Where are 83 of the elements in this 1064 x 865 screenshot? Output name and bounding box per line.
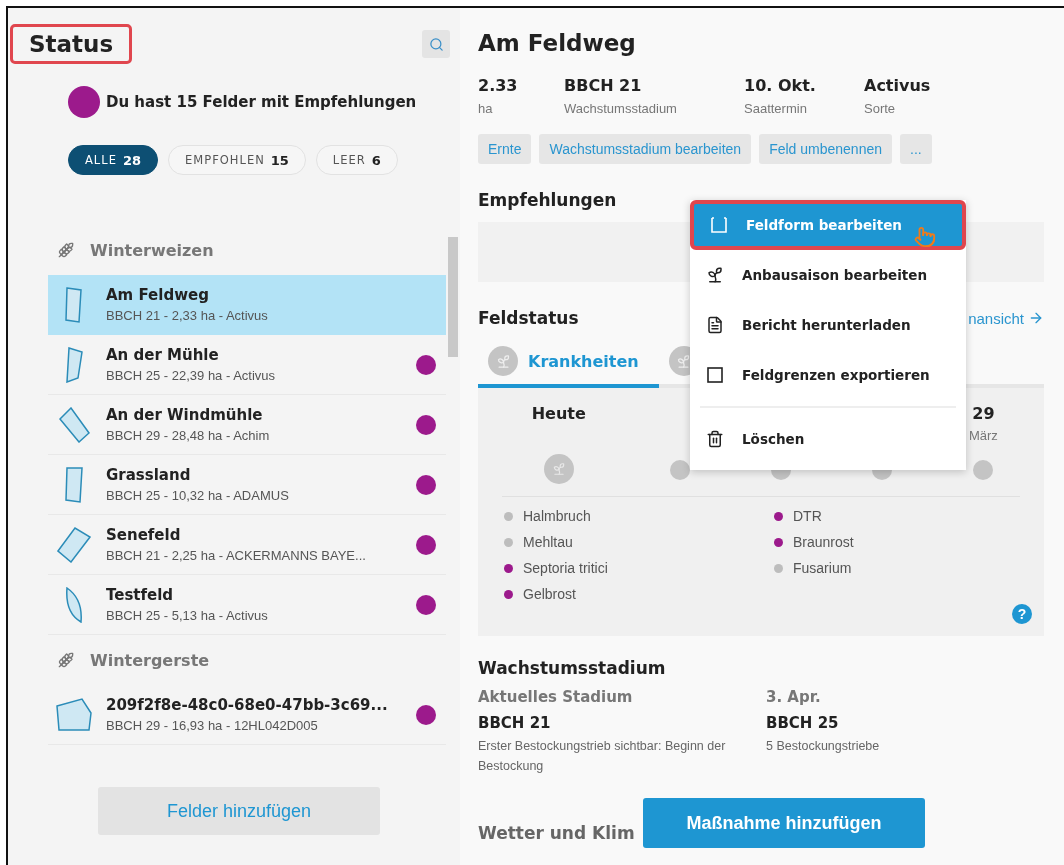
field-list-item[interactable]: An der Windmühle BBCH 29 - 28,48 ha - Achim: [48, 395, 446, 455]
disease-label: Mehltau: [523, 534, 573, 550]
field-shape-icon: [57, 526, 91, 563]
stat-value: BBCH 21: [564, 76, 643, 95]
section-heading: Wachstumsstadium: [478, 658, 667, 678]
sprout-icon: [706, 266, 724, 284]
stage-heading: 3. Apr.: [766, 688, 822, 706]
trash-icon: [706, 430, 724, 448]
stage-description: 5 Bestockungstriebe: [766, 738, 881, 755]
timeline-day: 29: [972, 404, 995, 426]
stat-label: Wachstumsstadium: [564, 101, 678, 116]
disease-label: Braunrost: [793, 534, 854, 550]
field-name: Testfeld: [106, 586, 175, 604]
field-list-item[interactable]: An der Mühle BBCH 25 - 22,39 ha - Activus: [48, 335, 446, 395]
field-name: An der Windmühle: [106, 406, 264, 424]
field-shape-icon: [65, 346, 83, 383]
stat-value: 2.33: [478, 76, 519, 95]
stage-value: BBCH 25: [766, 714, 840, 732]
search-button[interactable]: [422, 30, 450, 58]
menu-item[interactable]: Löschen: [690, 414, 966, 464]
filter-chip[interactable]: EMPFOHLEN 15: [168, 145, 306, 175]
wheat-icon: [58, 242, 74, 258]
filter-chip[interactable]: ALLE 28: [68, 145, 159, 175]
field-name: Am Feldweg: [106, 286, 210, 304]
crop-heading: Winterweizen: [90, 240, 214, 260]
field-details: BBCH 29 - 16,93 ha - 12HL042D005: [106, 718, 319, 733]
field-list-item[interactable]: 209f2f8e-48c0-68e0-47bb-3c69... BBCH 29 - 16,93 ha - 12HL042D005: [48, 685, 446, 745]
stage-heading: Aktuelles Stadium: [478, 688, 634, 706]
crop-heading: Wintergerste: [90, 650, 210, 670]
stat-label: Sorte: [864, 101, 897, 116]
field-shape-icon: [58, 406, 90, 443]
timeline-month: März: [969, 428, 998, 444]
field-details: BBCH 25 - 22,39 ha - Activus: [106, 368, 277, 383]
field-details: BBCH 25 - 10,32 ha - ADAMUS: [106, 488, 290, 503]
leaf-icon: [676, 353, 692, 369]
disease-label: Gelbrost: [523, 586, 576, 602]
stat-label: ha: [478, 101, 494, 116]
field-list-item[interactable]: Grassland BBCH 25 - 10,32 ha - ADAMUS: [48, 455, 446, 515]
field-details: BBCH 29 - 28,48 ha - Achim: [106, 428, 271, 443]
field-shape-icon: [56, 696, 92, 733]
summary-text: Du hast 15 Felder mit Empfehlungen: [106, 93, 417, 111]
section-heading: Empfehlungen: [478, 190, 618, 210]
hand-cursor-icon: [914, 226, 936, 248]
disease-label: Fusarium: [793, 560, 852, 576]
stat-label: Saattermin: [744, 101, 808, 116]
timeline-dot[interactable]: [670, 460, 691, 480]
field-shape-icon: [65, 286, 83, 323]
arrow-right-icon: [1028, 310, 1044, 326]
stage-description: Erster Bestockungstrieb sichtbar: Beginn der Bestockung: [478, 738, 727, 775]
field-details: BBCH 21 - 2,33 ha - Activus: [106, 308, 269, 323]
field-title: Am Feldweg: [478, 30, 637, 56]
field-details: BBCH 25 - 5,13 ha - Activus: [106, 608, 269, 623]
search-icon: [428, 36, 444, 52]
stat-value: 10. Okt.: [744, 76, 817, 95]
disease-label: Halmbruch: [523, 508, 591, 524]
menu-item[interactable]: Feldgrenzen exportieren: [690, 350, 966, 400]
field-list-item[interactable]: Am Feldweg BBCH 21 - 2,33 ha - Activus: [48, 275, 446, 335]
timeline-day: Heute: [531, 404, 586, 426]
leaf-icon: [495, 353, 511, 369]
field-name: Grassland: [106, 466, 192, 484]
field-details: BBCH 21 - 2,25 ha - ACKERMANNS BAYE...: [106, 548, 367, 563]
timeline-dot[interactable]: [973, 460, 994, 480]
field-shape-icon: [710, 216, 728, 234]
field-list-item[interactable]: Senefeld BBCH 21 - 2,25 ha - ACKERMANNS BAYE...: [48, 515, 446, 575]
stage-value: BBCH 21: [478, 714, 552, 732]
menu-item[interactable]: Anbausaison bearbeiten: [690, 250, 966, 300]
disease-label: DTR: [793, 508, 822, 524]
wheat-icon: [58, 652, 74, 668]
field-list-item[interactable]: Testfeld BBCH 25 - 5,13 ha - Activus: [48, 575, 446, 635]
menu-item[interactable]: Bericht herunterladen: [690, 300, 966, 350]
timeline-dot[interactable]: [543, 454, 574, 484]
document-icon: [706, 316, 724, 334]
field-name: An der Mühle: [106, 346, 220, 364]
section-heading: Feldstatus: [478, 308, 579, 328]
filter-chip[interactable]: LEER 6: [315, 145, 398, 175]
disease-label: Septoria tritici: [523, 560, 608, 576]
field-shape-icon: [65, 466, 83, 503]
field-shape-icon: [65, 586, 83, 623]
section-heading: Wetter und Klim: [478, 823, 636, 843]
field-name: Senefeld: [106, 526, 182, 544]
page-title: Status: [10, 24, 133, 64]
stat-value: Activus: [864, 76, 932, 95]
field-name: 209f2f8e-48c0-68e0-47bb-3c69...: [106, 696, 389, 714]
